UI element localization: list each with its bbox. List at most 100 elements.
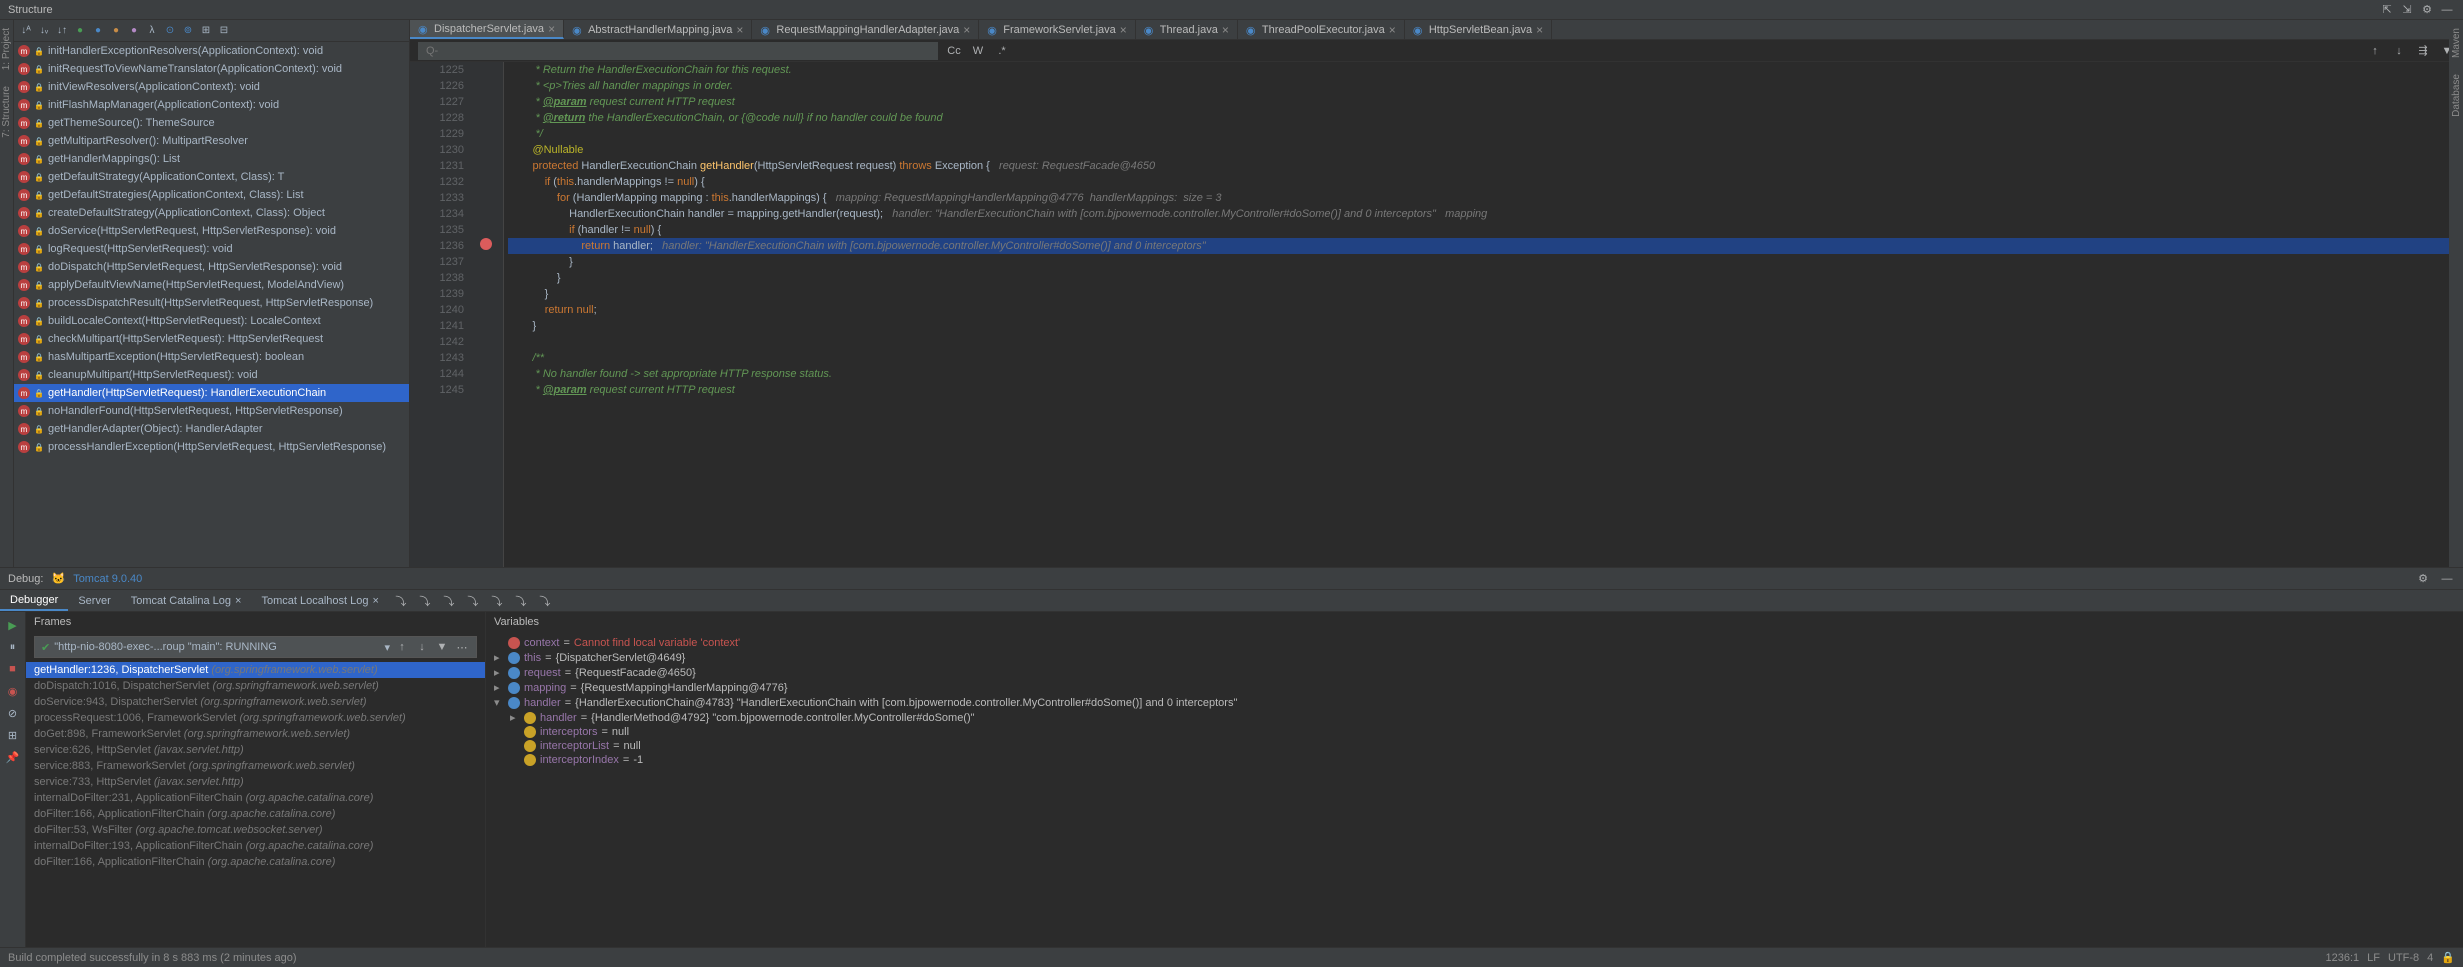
variable-item[interactable]: context = Cannot find local variable 'co… [490,636,2459,650]
view-breakpoints-icon[interactable]: ◉ [4,682,22,700]
filter-anon-icon[interactable]: λ [144,23,160,39]
close-tab-icon[interactable]: × [1222,23,1229,37]
structure-item[interactable]: m🔒hasMultipartException(HttpServletReque… [14,348,409,366]
stack-frame[interactable]: internalDoFilter:193, ApplicationFilterC… [26,838,485,854]
stack-frame[interactable]: getHandler:1236, DispatcherServlet (org.… [26,662,485,678]
expand-icon[interactable]: ⇲ [2399,2,2415,18]
mute-breakpoints-icon[interactable]: ⊘ [4,704,22,722]
evaluate-icon[interactable]: ⤵ [537,593,553,609]
indent[interactable]: 4 [2427,952,2433,964]
stack-frame[interactable]: processRequest:1006, FrameworkServlet (o… [26,710,485,726]
variable-item[interactable]: ▸handler = {HandlerMethod@4792} "com.bjp… [490,710,2459,725]
autoscroll-from-icon[interactable]: ⊚ [180,23,196,39]
debug-tab[interactable]: Tomcat Localhost Log × [251,590,388,611]
structure-item[interactable]: m🔒getDefaultStrategies(ApplicationContex… [14,186,409,204]
run-to-cursor-icon[interactable]: ⤵ [513,593,529,609]
next-match-icon[interactable]: ↓ [2391,43,2407,59]
structure-item[interactable]: m🔒processDispatchResult(HttpServletReque… [14,294,409,312]
structure-item[interactable]: m🔒getDefaultStrategy(ApplicationContext,… [14,168,409,186]
stack-frame[interactable]: doService:943, DispatcherServlet (org.sp… [26,694,485,710]
structure-item[interactable]: m🔒doDispatch(HttpServletRequest, HttpSer… [14,258,409,276]
pin-icon[interactable]: 📌 [4,748,22,766]
minimize-icon[interactable]: — [2439,571,2455,587]
close-tab-icon[interactable]: × [736,23,743,37]
sort-alpha-icon[interactable]: ↓ᴬ [18,23,34,39]
sort-visibility-icon[interactable]: ↓ᵥ [36,23,52,39]
filter-properties-icon[interactable]: ● [108,23,124,39]
thread-selector[interactable]: ✔ "http-nio-8080-exec-...roup "main": RU… [34,636,477,658]
regex-icon[interactable]: .* [994,43,1010,59]
debug-tab[interactable]: Tomcat Catalina Log × [121,590,252,611]
structure-item[interactable]: m🔒initHandlerExceptionResolvers(Applicat… [14,42,409,60]
stack-frame[interactable]: service:883, FrameworkServlet (org.sprin… [26,758,485,774]
run-config-name[interactable]: Tomcat 9.0.40 [73,573,142,585]
variable-item[interactable]: ▾handler = {HandlerExecutionChain@4783} … [490,695,2459,710]
stack-frame[interactable]: service:626, HttpServlet (javax.servlet.… [26,742,485,758]
debug-tab[interactable]: Debugger [0,590,68,611]
stack-frame[interactable]: doFilter:53, WsFilter (org.apache.tomcat… [26,822,485,838]
editor-tab[interactable]: ◉RequestMappingHandlerAdapter.java× [752,20,979,39]
close-icon[interactable]: × [372,595,378,607]
collapse-icon[interactable]: ⇱ [2379,2,2395,18]
editor-tab[interactable]: ◉Thread.java× [1136,20,1238,39]
step-over-icon[interactable]: ⤵ [393,593,409,609]
caret-position[interactable]: 1236:1 [2326,952,2360,964]
expand-arrow-icon[interactable]: ▸ [494,651,504,664]
editor-tab[interactable]: ◉HttpServletBean.java× [1405,20,1552,39]
variable-item[interactable]: interceptorList = null [490,739,2459,753]
editor-tab[interactable]: ◉AbstractHandlerMapping.java× [564,20,752,39]
editor-tab[interactable]: ◉DispatcherServlet.java× [410,20,564,39]
structure-item[interactable]: m🔒getMultipartResolver(): MultipartResol… [14,132,409,150]
structure-item[interactable]: m🔒cleanupMultipart(HttpServletRequest): … [14,366,409,384]
stack-frame[interactable]: doFilter:166, ApplicationFilterChain (or… [26,806,485,822]
words-icon[interactable]: W [970,43,986,59]
structure-item[interactable]: m🔒getHandler(HttpServletRequest): Handle… [14,384,409,402]
close-tab-icon[interactable]: × [1120,23,1127,37]
close-tab-icon[interactable]: × [548,22,555,36]
encoding[interactable]: UTF-8 [2388,952,2419,964]
match-case-icon[interactable]: Cc [946,43,962,59]
resume-icon[interactable]: ▶ [4,616,22,634]
structure-item[interactable]: m🔒initRequestToViewNameTranslator(Applic… [14,60,409,78]
variable-item[interactable]: interceptorIndex = -1 [490,753,2459,767]
sort-icon[interactable]: ↓↑ [54,23,70,39]
breakpoint-icon[interactable] [480,238,492,250]
gear-icon[interactable]: ⚙ [2419,2,2435,18]
expand-all-icon[interactable]: ⊞ [198,23,214,39]
close-tab-icon[interactable]: × [1389,23,1396,37]
structure-item[interactable]: m🔒getThemeSource(): ThemeSource [14,114,409,132]
hide-icon[interactable]: — [2439,2,2455,18]
stack-frame[interactable]: internalDoFilter:231, ApplicationFilterC… [26,790,485,806]
search-input[interactable] [418,42,938,60]
stack-frame[interactable]: service:733, HttpServlet (javax.servlet.… [26,774,485,790]
force-step-into-icon[interactable]: ⤵ [441,593,457,609]
autoscroll-to-icon[interactable]: ⊙ [162,23,178,39]
stack-frame[interactable]: doDispatch:1016, DispatcherServlet (org.… [26,678,485,694]
project-tab[interactable]: 1: Project [1,24,12,74]
structure-item[interactable]: m🔒getHandlerAdapter(Object): HandlerAdap… [14,420,409,438]
settings-icon[interactable]: ⚙ [2415,571,2431,587]
expand-arrow-icon[interactable]: ▸ [510,711,520,724]
structure-item[interactable]: m🔒doService(HttpServletRequest, HttpServ… [14,222,409,240]
variable-item[interactable]: ▸this = {DispatcherServlet@4649} [490,650,2459,665]
structure-tab[interactable]: 7: Structure [1,82,12,142]
expand-arrow-icon[interactable]: ▸ [494,666,504,679]
line-separator[interactable]: LF [2367,952,2380,964]
maven-tab[interactable]: Maven [2451,24,2462,62]
frame-list[interactable]: getHandler:1236, DispatcherServlet (org.… [26,662,485,947]
expand-arrow-icon[interactable]: ▸ [494,681,504,694]
structure-item[interactable]: m🔒buildLocaleContext(HttpServletRequest)… [14,312,409,330]
structure-item[interactable]: m🔒initViewResolvers(ApplicationContext):… [14,78,409,96]
variable-item[interactable]: ▸request = {RequestFacade@4650} [490,665,2459,680]
database-tab[interactable]: Database [2451,70,2462,121]
prev-match-icon[interactable]: ↑ [2367,43,2383,59]
close-tab-icon[interactable]: × [963,23,970,37]
filter-inherited-icon[interactable]: ● [126,23,142,39]
collapse-all-icon[interactable]: ⊟ [216,23,232,39]
select-all-icon[interactable]: ⇶ [2415,43,2431,59]
structure-item[interactable]: m🔒checkMultipart(HttpServletRequest): Ht… [14,330,409,348]
more-icon[interactable]: ⋯ [454,639,470,655]
variable-item[interactable]: interceptors = null [490,725,2459,739]
next-frame-icon[interactable]: ↓ [414,639,430,655]
close-icon[interactable]: × [235,595,241,607]
